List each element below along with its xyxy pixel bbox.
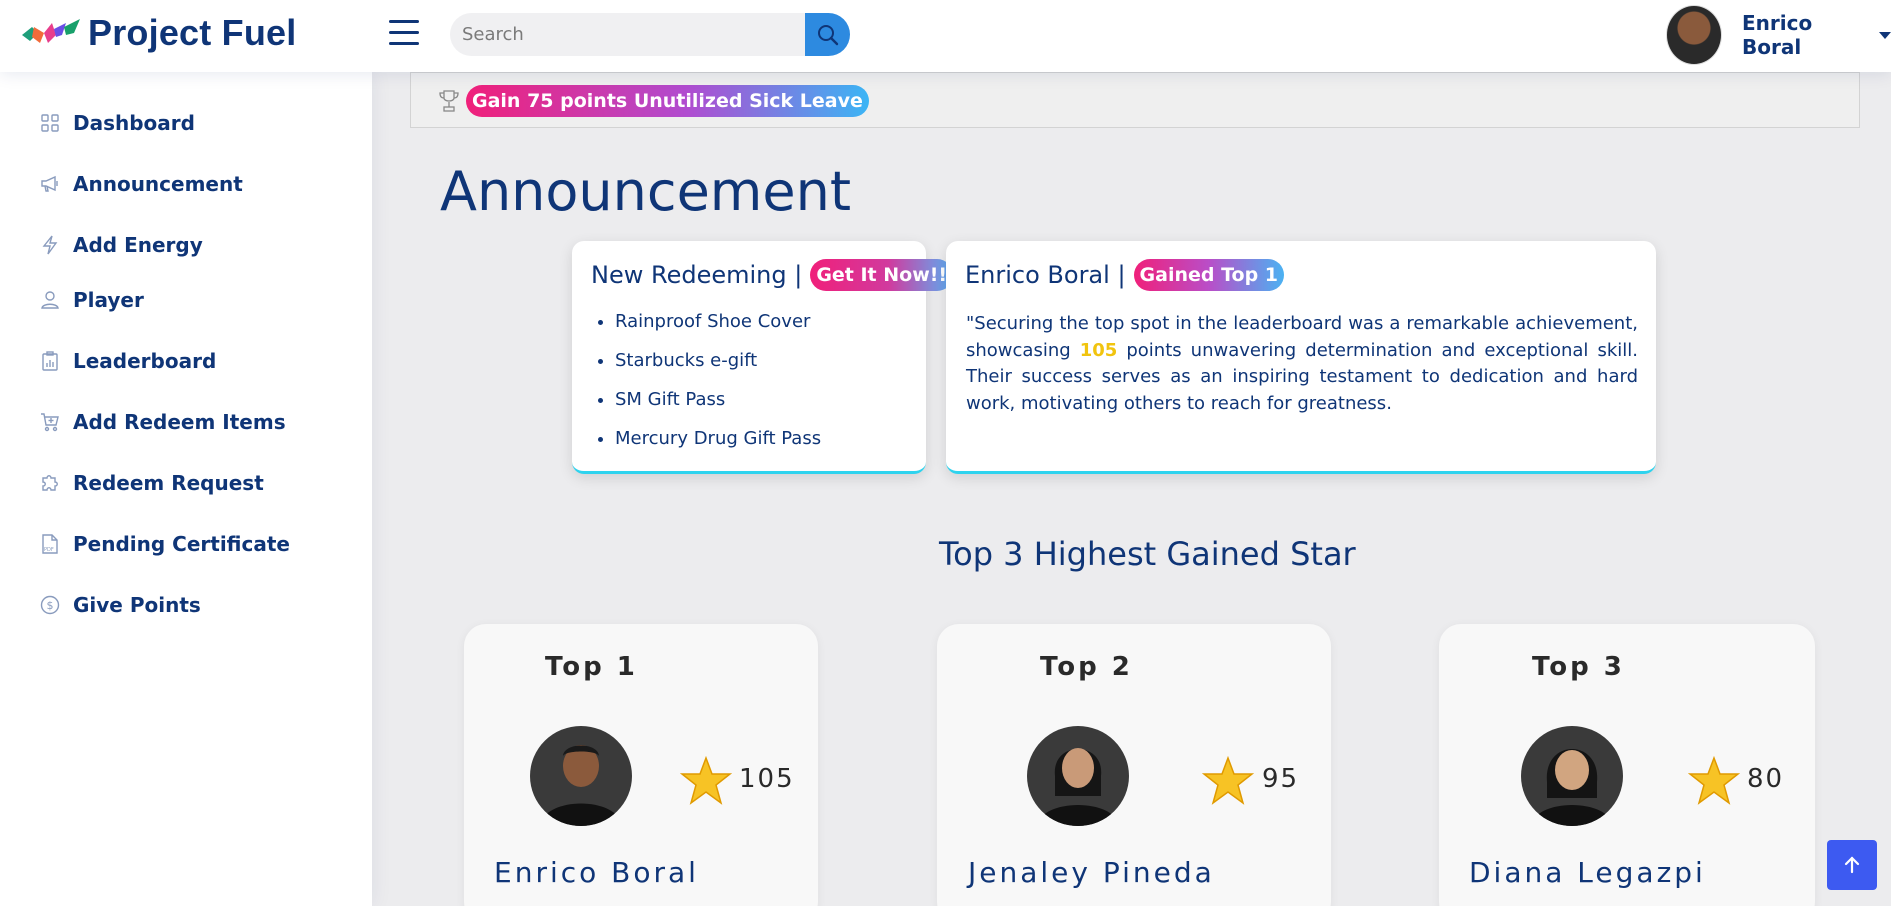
chevron-down-icon: [1879, 31, 1891, 39]
menu-toggle-button[interactable]: [389, 20, 419, 46]
star-icon: [1688, 756, 1740, 805]
back-to-top-button[interactable]: [1827, 840, 1877, 890]
sidebar-item-label: Player: [73, 288, 144, 312]
rank-title: Top 2: [1040, 652, 1133, 682]
megaphone-icon: [40, 174, 60, 194]
points-banner: Gain 75 points Unutilized Sick Leave: [410, 72, 1860, 128]
sidebar-item-add-energy[interactable]: Add Energy: [40, 230, 203, 260]
sidebar-item-label: Give Points: [73, 593, 201, 617]
star-icon: [680, 756, 732, 805]
search-bar: [450, 13, 850, 56]
sidebar-item-add-redeem-items[interactable]: Add Redeem Items: [40, 407, 286, 437]
top-player-card: Enrico Boral | Gained Top 1 "Securing th…: [946, 241, 1656, 474]
rank-title: Top 1: [545, 652, 638, 682]
gained-top-badge: Gained Top 1: [1133, 259, 1285, 291]
sidebar-item-label: Announcement: [73, 172, 243, 196]
top-rank-card-1: Top 1 105 Enrico Boral: [464, 624, 818, 906]
logo[interactable]: Project Fuel: [20, 12, 296, 54]
new-redeeming-card: New Redeeming | Get It Now!! Rainproof S…: [572, 241, 954, 474]
search-icon: [817, 24, 838, 45]
rank-name: Jenaley Pineda: [968, 856, 1215, 889]
sidebar-item-give-points[interactable]: $ Give Points: [40, 590, 201, 620]
avatar: [1666, 5, 1722, 65]
card-title: Enrico Boral |: [965, 261, 1126, 289]
section-title: Top 3 Highest Gained Star: [939, 535, 1356, 573]
grid-icon: [40, 113, 60, 133]
lightning-icon: [40, 235, 60, 255]
rank-points: 80: [1747, 764, 1785, 794]
rank-name: Enrico Boral: [494, 856, 699, 889]
coin-icon: $: [40, 595, 60, 615]
search-input[interactable]: [450, 13, 805, 56]
list-item: Starbucks e-gift: [615, 350, 821, 389]
announcement-quote: "Securing the top spot in the leaderboar…: [966, 313, 1638, 414]
user-menu[interactable]: Enrico Boral: [1666, 2, 1891, 68]
svg-text:$: $: [47, 599, 54, 612]
pdf-file-icon: PDF: [40, 534, 60, 554]
page-title: Announcement: [440, 160, 852, 223]
sidebar-item-player[interactable]: Player: [40, 285, 144, 315]
sidebar: Dashboard Announcement Add Energy Player: [0, 72, 372, 906]
top-header: Project Fuel Enrico Boral: [0, 0, 1891, 72]
avatar: [1521, 726, 1623, 826]
card-title: New Redeeming |: [591, 261, 803, 289]
rank-points: 95: [1262, 764, 1300, 794]
sidebar-item-redeem-request[interactable]: Redeem Request: [40, 468, 264, 498]
svg-text:PDF: PDF: [44, 547, 54, 553]
clipboard-chart-icon: [40, 351, 60, 371]
avatar: [530, 726, 632, 826]
list-item: Mercury Drug Gift Pass: [615, 428, 821, 467]
avatar: [1027, 726, 1129, 826]
logo-icon: [22, 19, 80, 43]
arrow-up-icon: [1844, 856, 1860, 874]
rank-name: Diana Legazpi: [1469, 856, 1706, 889]
list-item: SM Gift Pass: [615, 389, 821, 428]
top-rank-card-2: Top 2 95 Jenaley Pineda: [937, 624, 1331, 906]
search-button[interactable]: [805, 13, 850, 56]
puzzle-icon: [40, 473, 60, 493]
logo-text: Project Fuel: [88, 12, 297, 53]
cart-icon: [40, 412, 60, 432]
redeem-items-list: Rainproof Shoe Cover Starbucks e-gift SM…: [615, 311, 821, 467]
trophy-icon: [439, 90, 459, 112]
sidebar-item-label: Add Energy: [73, 233, 203, 257]
card-heading: New Redeeming | Get It Now!!: [591, 259, 954, 291]
sidebar-item-label: Add Redeem Items: [73, 410, 286, 434]
sidebar-item-leaderboard[interactable]: Leaderboard: [40, 346, 216, 376]
card-heading: Enrico Boral | Gained Top 1: [965, 259, 1285, 291]
sidebar-item-pending-certificate[interactable]: PDF Pending Certificate: [40, 529, 290, 559]
get-it-now-badge[interactable]: Get It Now!!: [810, 259, 954, 291]
banner-badge: Gain 75 points Unutilized Sick Leave: [466, 85, 869, 117]
sidebar-item-label: Leaderboard: [73, 349, 217, 373]
rank-title: Top 3: [1532, 652, 1625, 682]
sidebar-item-label: Pending Certificate: [73, 532, 290, 556]
sidebar-item-dashboard[interactable]: Dashboard: [40, 108, 195, 138]
rank-points: 105: [739, 764, 795, 794]
top-rank-card-3: Top 3 80 Diana Legazpi: [1439, 624, 1815, 906]
sidebar-item-announcement[interactable]: Announcement: [40, 169, 243, 199]
star-icon: [1202, 756, 1254, 805]
user-name: Enrico Boral: [1742, 11, 1813, 59]
sidebar-item-label: Dashboard: [73, 111, 195, 135]
person-icon: [40, 290, 60, 310]
hamburger-icon: [389, 20, 419, 23]
points-highlight: 105: [1079, 339, 1118, 361]
list-item: Rainproof Shoe Cover: [615, 311, 821, 350]
sidebar-item-label: Redeem Request: [73, 471, 264, 495]
